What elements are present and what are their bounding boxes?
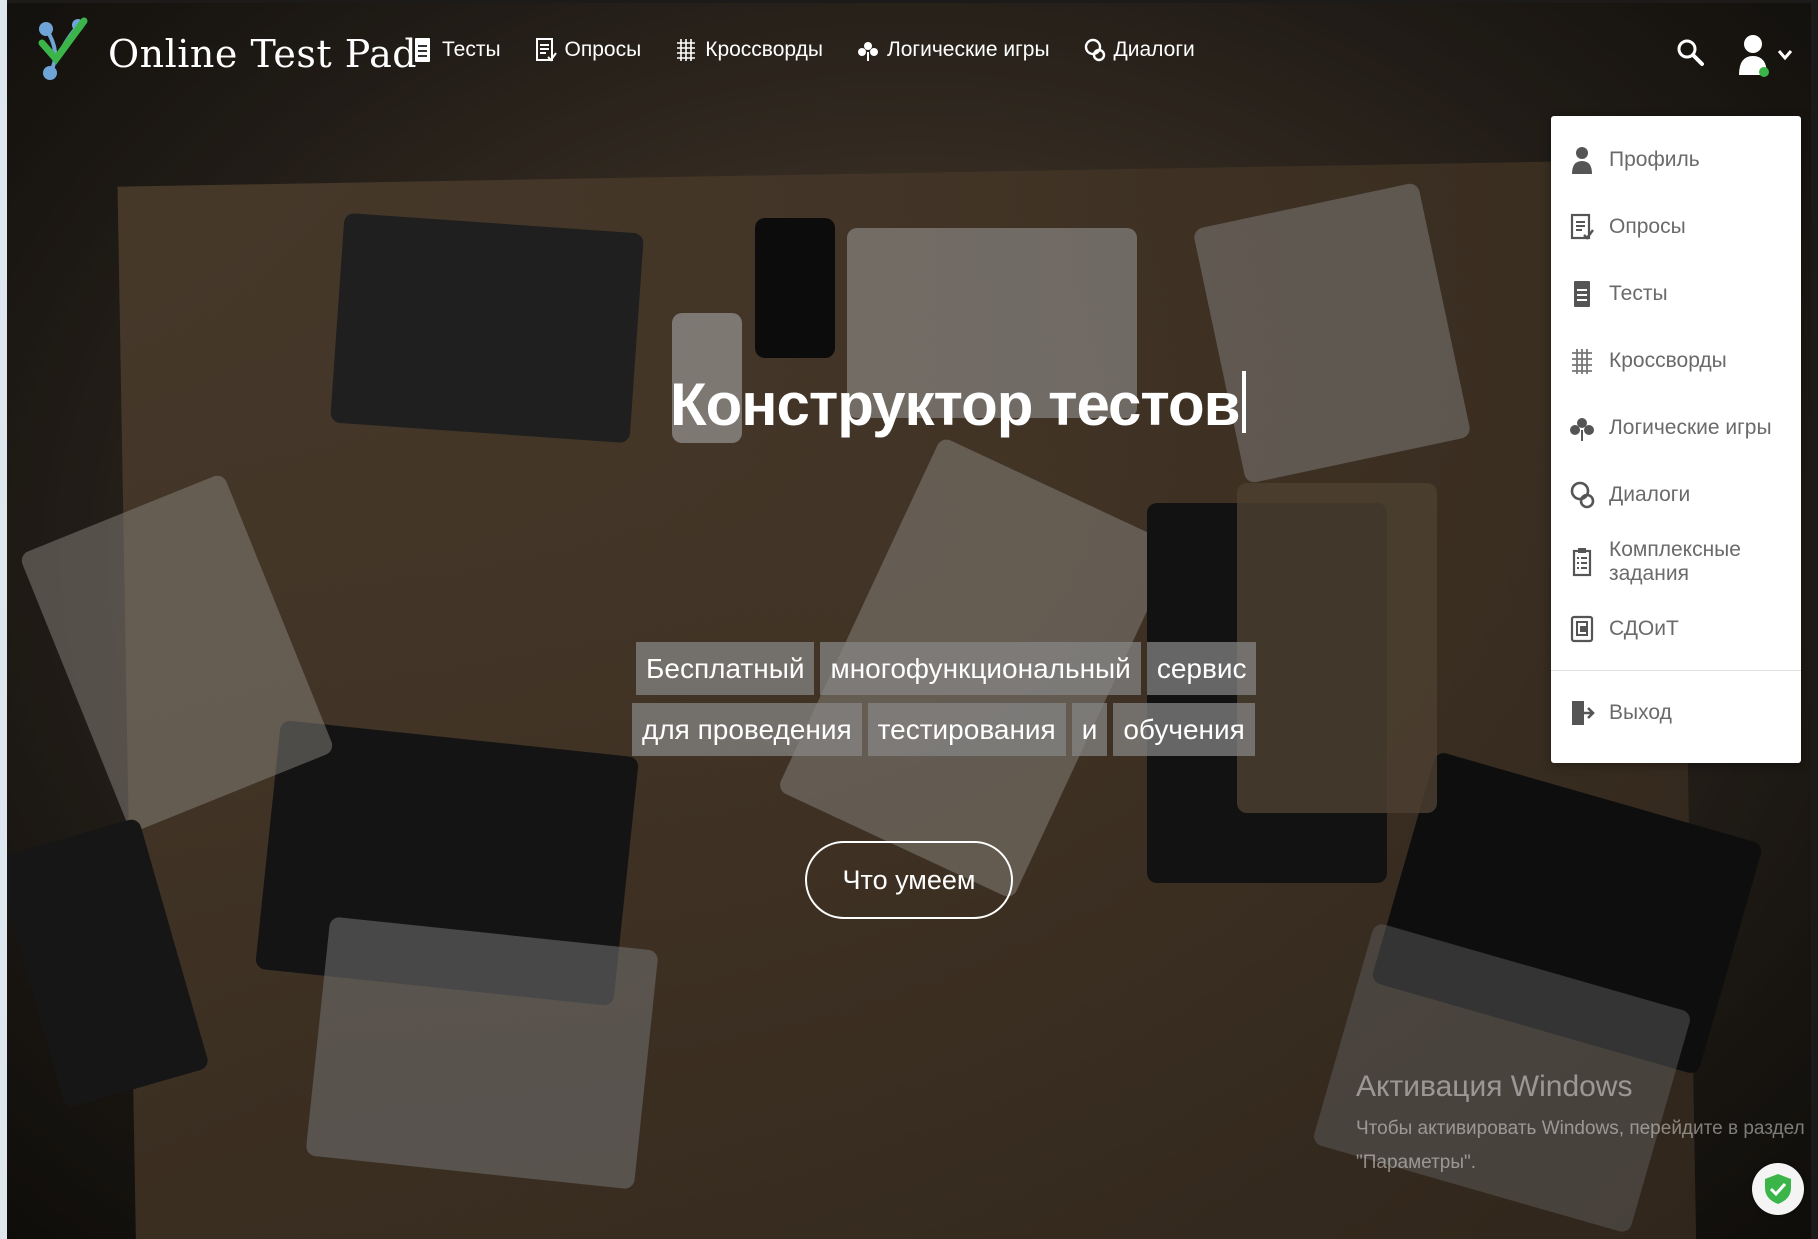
windows-activation-watermark: Активация Windows Чтобы активировать Win… xyxy=(1356,1070,1805,1180)
dialog-icon xyxy=(1084,38,1105,62)
test-icon xyxy=(1574,280,1590,307)
logout-icon xyxy=(1572,700,1595,725)
menu-item-label: Опросы xyxy=(1609,214,1686,238)
logic-game-icon xyxy=(1570,417,1594,441)
menu-item-complex-tasks[interactable]: Комплексные задания xyxy=(1551,528,1801,595)
brand[interactable]: Online Test Pad xyxy=(32,13,417,95)
chevron-down-icon xyxy=(1777,50,1793,61)
typing-cursor xyxy=(1241,371,1246,433)
menu-item-logic-games[interactable]: Логические игры xyxy=(1551,394,1801,461)
hero-background xyxy=(7,3,1811,1239)
tagline-word: многофункциональный xyxy=(820,642,1141,695)
user-dropdown-menu: Профиль Опросы Тесты Кроссворды Логическ… xyxy=(1551,116,1801,763)
dialog-icon xyxy=(1570,481,1595,508)
nav-item-crosswords[interactable]: Кроссворды xyxy=(675,37,823,63)
profile-icon xyxy=(1572,146,1592,174)
watermark-line: Чтобы активировать Windows, перейдите в … xyxy=(1356,1118,1805,1139)
tagline-word: для проведения xyxy=(632,703,862,756)
tagline-row-2: для проведения тестирования и обучения xyxy=(632,703,1255,756)
watermark-heading: Активация Windows xyxy=(1356,1070,1633,1103)
menu-item-dialogs[interactable]: Диалоги xyxy=(1551,461,1801,528)
menu-item-label: Логические игры xyxy=(1609,415,1772,439)
menu-item-tests[interactable]: Тесты xyxy=(1551,260,1801,327)
what-we-can-button[interactable]: Что умеем xyxy=(805,841,1013,919)
test-icon xyxy=(415,38,430,62)
menu-item-label: Профиль xyxy=(1609,147,1700,171)
menu-item-crosswords[interactable]: Кроссворды xyxy=(1551,327,1801,394)
shield-check-icon[interactable] xyxy=(1752,1163,1804,1215)
nav-item-label: Тесты xyxy=(442,38,501,61)
nav-item-label: Опросы xyxy=(564,38,642,61)
user-avatar-icon xyxy=(1737,31,1771,79)
tagline-word: тестирования xyxy=(867,703,1066,756)
nav-item-tests[interactable]: Тесты xyxy=(412,37,501,63)
nav-item-dialogs[interactable]: Диалоги xyxy=(1084,37,1195,63)
crossword-icon xyxy=(1572,348,1592,374)
logic-game-icon xyxy=(857,42,878,61)
tagline-row-1: Бесплатный многофункциональный сервис xyxy=(636,642,1257,695)
tagline-word: и xyxy=(1071,703,1108,756)
nav-item-label: Логические игры xyxy=(886,38,1050,61)
menu-item-label: Комплексные задания xyxy=(1609,537,1741,585)
nav-item-label: Диалоги xyxy=(1113,38,1195,61)
search-icon[interactable] xyxy=(1675,37,1705,67)
menu-item-sdoit[interactable]: СДОиТ xyxy=(1551,595,1801,662)
menu-item-label: Тесты xyxy=(1609,281,1668,305)
sdoit-icon xyxy=(1570,615,1594,642)
dark-overlay xyxy=(7,3,1811,1239)
main-menu: Тесты Опросы Кроссворды Логические игры … xyxy=(412,37,1195,63)
nav-item-logic-games[interactable]: Логические игры xyxy=(857,37,1050,63)
menu-item-label: Выход xyxy=(1609,700,1672,724)
menu-item-logout[interactable]: Выход xyxy=(1551,679,1801,746)
survey-icon xyxy=(535,38,557,62)
survey-icon xyxy=(1570,213,1594,240)
left-edge-strip xyxy=(0,0,7,1239)
menu-divider xyxy=(1551,670,1801,671)
menu-item-surveys[interactable]: Опросы xyxy=(1551,193,1801,260)
menu-item-label: СДОиТ xyxy=(1609,616,1679,640)
tagline-word: Бесплатный xyxy=(636,642,815,695)
top-navbar: Online Test Pad Тесты Опросы Кроссворды … xyxy=(7,3,1811,108)
menu-item-label: Диалоги xyxy=(1609,482,1691,506)
menu-item-label: Кроссворды xyxy=(1609,348,1727,372)
hero-title: Конструктор тестов xyxy=(670,370,1246,439)
user-menu-button[interactable] xyxy=(1737,31,1793,79)
logo-icon xyxy=(32,13,94,95)
hero-title-text: Конструктор тестов xyxy=(670,371,1241,438)
complex-task-icon xyxy=(1572,547,1592,576)
nav-item-label: Кроссворды xyxy=(705,38,823,61)
brand-name: Online Test Pad xyxy=(108,32,418,76)
watermark-line: "Параметры". xyxy=(1356,1152,1477,1173)
tagline-word: обучения xyxy=(1113,703,1255,756)
crossword-icon xyxy=(677,39,696,61)
nav-item-surveys[interactable]: Опросы xyxy=(535,37,642,63)
tagline-word: сервис xyxy=(1146,642,1257,695)
menu-item-profile[interactable]: Профиль xyxy=(1551,126,1801,193)
